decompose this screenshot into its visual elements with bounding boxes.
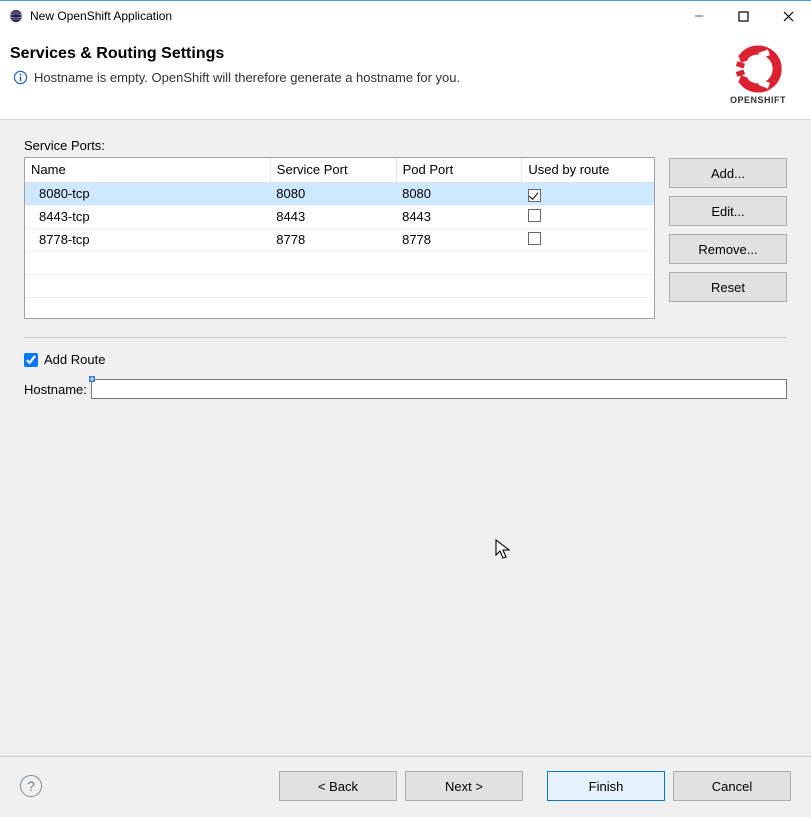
next-button[interactable]: Next > <box>405 771 523 801</box>
cell-service-port <box>270 274 396 297</box>
page-title: Services & Routing Settings <box>10 45 723 63</box>
cell-pod-port: 8443 <box>396 205 522 228</box>
column-header-pod-port[interactable]: Pod Port <box>396 158 522 182</box>
table-row[interactable]: 8778-tcp87788778 <box>25 228 654 251</box>
cell-service-port: 8778 <box>270 228 396 251</box>
add-port-button[interactable]: Add... <box>669 158 787 188</box>
cell-pod-port: 8080 <box>396 182 522 205</box>
column-header-used-by-route[interactable]: Used by route <box>522 158 654 182</box>
finish-button[interactable]: Finish <box>547 771 665 801</box>
column-header-name[interactable]: Name <box>25 158 270 182</box>
ports-side-buttons: Add... Edit... Remove... Reset <box>669 157 787 302</box>
table-row <box>25 297 654 319</box>
service-ports-table[interactable]: Name Service Port Pod Port Used by route… <box>24 157 655 319</box>
hostname-input[interactable] <box>91 379 787 399</box>
cell-used-by-route[interactable] <box>522 182 654 205</box>
titlebar: New OpenShift Application <box>0 1 811 31</box>
edit-port-button[interactable]: Edit... <box>669 196 787 226</box>
cell-pod-port <box>396 274 522 297</box>
minimize-button[interactable] <box>676 1 721 31</box>
close-button[interactable] <box>766 1 811 31</box>
used-by-route-checkbox[interactable] <box>528 232 541 245</box>
cell-used-by-route <box>522 274 654 297</box>
wizard-banner: Services & Routing Settings Hostname is … <box>0 31 811 120</box>
table-row[interactable]: 8443-tcp84438443 <box>25 205 654 228</box>
column-header-service-port[interactable]: Service Port <box>270 158 396 182</box>
service-ports-label: Service Ports: <box>24 138 787 153</box>
cell-pod-port <box>396 251 522 274</box>
window-title: New OpenShift Application <box>30 9 172 23</box>
cell-name: 8443-tcp <box>25 205 270 228</box>
maximize-button[interactable] <box>721 1 766 31</box>
wizard-footer: ? < Back Next > Finish Cancel <box>0 756 811 817</box>
cell-service-port <box>270 297 396 319</box>
back-button[interactable]: < Back <box>279 771 397 801</box>
cell-used-by-route <box>522 251 654 274</box>
openshift-logo: OPENSHIFT <box>723 45 793 105</box>
cell-name <box>25 251 270 274</box>
wizard-body: Service Ports: Name Service Port Pod Por… <box>0 120 811 756</box>
cancel-button[interactable]: Cancel <box>673 771 791 801</box>
add-route-checkbox[interactable] <box>24 353 38 367</box>
remove-port-button[interactable]: Remove... <box>669 234 787 264</box>
add-route-label[interactable]: Add Route <box>44 352 105 367</box>
cell-name <box>25 297 270 319</box>
reset-ports-button[interactable]: Reset <box>669 272 787 302</box>
section-divider <box>24 337 787 338</box>
cell-service-port: 8080 <box>270 182 396 205</box>
table-row <box>25 251 654 274</box>
hostname-label: Hostname: <box>24 382 87 397</box>
cell-used-by-route <box>522 297 654 319</box>
cell-name: 8080-tcp <box>25 182 270 205</box>
cell-pod-port <box>396 297 522 319</box>
cell-service-port: 8443 <box>270 205 396 228</box>
help-button[interactable]: ? <box>20 775 42 797</box>
cell-name <box>25 274 270 297</box>
used-by-route-checkbox[interactable] <box>528 209 541 222</box>
info-icon <box>12 69 28 85</box>
table-row[interactable]: 8080-tcp80808080 <box>25 182 654 205</box>
cell-pod-port: 8778 <box>396 228 522 251</box>
table-row <box>25 274 654 297</box>
content-assist-icon <box>89 376 95 382</box>
openshift-logo-label: OPENSHIFT <box>730 95 786 105</box>
cell-service-port <box>270 251 396 274</box>
eclipse-icon <box>8 8 24 24</box>
cell-name: 8778-tcp <box>25 228 270 251</box>
cell-used-by-route[interactable] <box>522 205 654 228</box>
cell-used-by-route[interactable] <box>522 228 654 251</box>
used-by-route-checkbox[interactable] <box>528 189 541 202</box>
info-message: Hostname is empty. OpenShift will theref… <box>34 70 460 85</box>
